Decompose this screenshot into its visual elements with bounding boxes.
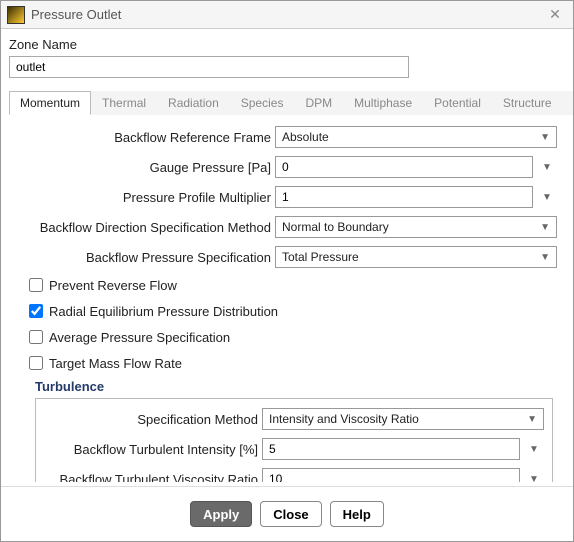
backflow-dir-method-select[interactable]: Normal to Boundary ▼	[275, 216, 557, 238]
backflow-dir-method-value: Normal to Boundary	[282, 220, 389, 234]
radial-equilibrium-checkbox[interactable]	[29, 304, 43, 318]
chevron-down-icon: ▼	[540, 132, 550, 143]
turb-viscosity-ratio-dropdown[interactable]: ▼	[524, 468, 544, 482]
close-button[interactable]: Close	[260, 501, 321, 527]
momentum-form: Backflow Reference Frame Absolute ▼ Gaug…	[9, 115, 565, 482]
backflow-pressure-spec-select[interactable]: Total Pressure ▼	[275, 246, 557, 268]
close-icon[interactable]: ✕	[543, 3, 567, 27]
turb-viscosity-ratio-input[interactable]	[262, 468, 520, 482]
tab-radiation[interactable]: Radiation	[157, 91, 230, 115]
gauge-pressure-input[interactable]	[275, 156, 533, 178]
chevron-down-icon: ▼	[540, 252, 550, 263]
backflow-pressure-spec-label: Backflow Pressure Specification	[17, 250, 275, 265]
titlebar: Pressure Outlet ✕	[1, 1, 573, 29]
turb-intensity-dropdown[interactable]: ▼	[524, 438, 544, 460]
backflow-dir-method-label: Backflow Direction Specification Method	[17, 220, 275, 235]
dialog-pressure-outlet: Pressure Outlet ✕ Zone Name Momentum The…	[0, 0, 574, 542]
tab-bar: Momentum Thermal Radiation Species DPM M…	[9, 90, 565, 115]
apply-button[interactable]: Apply	[190, 501, 252, 527]
content-area: Zone Name Momentum Thermal Radiation Spe…	[1, 29, 573, 482]
pressure-profile-multiplier-input[interactable]	[275, 186, 533, 208]
radial-equilibrium-label: Radial Equilibrium Pressure Distribution	[49, 304, 278, 319]
chevron-down-icon: ▼	[540, 222, 550, 233]
tab-dpm[interactable]: DPM	[294, 91, 343, 115]
prevent-reverse-flow-checkbox[interactable]	[29, 278, 43, 292]
turbulence-title: Turbulence	[35, 379, 553, 394]
tab-potential[interactable]: Potential	[423, 91, 492, 115]
turb-spec-method-value: Intensity and Viscosity Ratio	[269, 412, 419, 426]
turb-intensity-input[interactable]	[262, 438, 520, 460]
tab-uds[interactable]: UDS	[563, 91, 573, 115]
pressure-profile-multiplier-label: Pressure Profile Multiplier	[17, 190, 275, 205]
pressure-profile-multiplier-dropdown[interactable]: ▼	[537, 186, 557, 208]
tab-thermal[interactable]: Thermal	[91, 91, 157, 115]
prevent-reverse-flow-label: Prevent Reverse Flow	[49, 278, 177, 293]
backflow-pressure-spec-value: Total Pressure	[282, 250, 359, 264]
app-icon	[7, 6, 25, 24]
tab-structure[interactable]: Structure	[492, 91, 563, 115]
backflow-ref-frame-value: Absolute	[282, 130, 329, 144]
turb-spec-method-label: Specification Method	[44, 412, 262, 427]
backflow-ref-frame-label: Backflow Reference Frame	[17, 130, 275, 145]
tab-momentum[interactable]: Momentum	[9, 91, 91, 115]
turb-intensity-label: Backflow Turbulent Intensity [%]	[44, 442, 262, 457]
turb-viscosity-ratio-label: Backflow Turbulent Viscosity Ratio	[44, 472, 262, 483]
target-mass-flow-checkbox[interactable]	[29, 356, 43, 370]
turb-spec-method-select[interactable]: Intensity and Viscosity Ratio ▼	[262, 408, 544, 430]
tab-multiphase[interactable]: Multiphase	[343, 91, 423, 115]
zone-name-input[interactable]	[9, 56, 409, 78]
turbulence-group: Turbulence Specification Method Intensit…	[35, 379, 553, 482]
chevron-down-icon: ▼	[527, 414, 537, 425]
gauge-pressure-dropdown[interactable]: ▼	[537, 156, 557, 178]
average-pressure-spec-label: Average Pressure Specification	[49, 330, 230, 345]
zone-name-label: Zone Name	[9, 37, 565, 52]
tab-species[interactable]: Species	[230, 91, 295, 115]
button-bar: Apply Close Help	[1, 486, 573, 541]
window-title: Pressure Outlet	[31, 7, 543, 22]
backflow-ref-frame-select[interactable]: Absolute ▼	[275, 126, 557, 148]
average-pressure-spec-checkbox[interactable]	[29, 330, 43, 344]
help-button[interactable]: Help	[330, 501, 384, 527]
target-mass-flow-label: Target Mass Flow Rate	[49, 356, 182, 371]
gauge-pressure-label: Gauge Pressure [Pa]	[17, 160, 275, 175]
